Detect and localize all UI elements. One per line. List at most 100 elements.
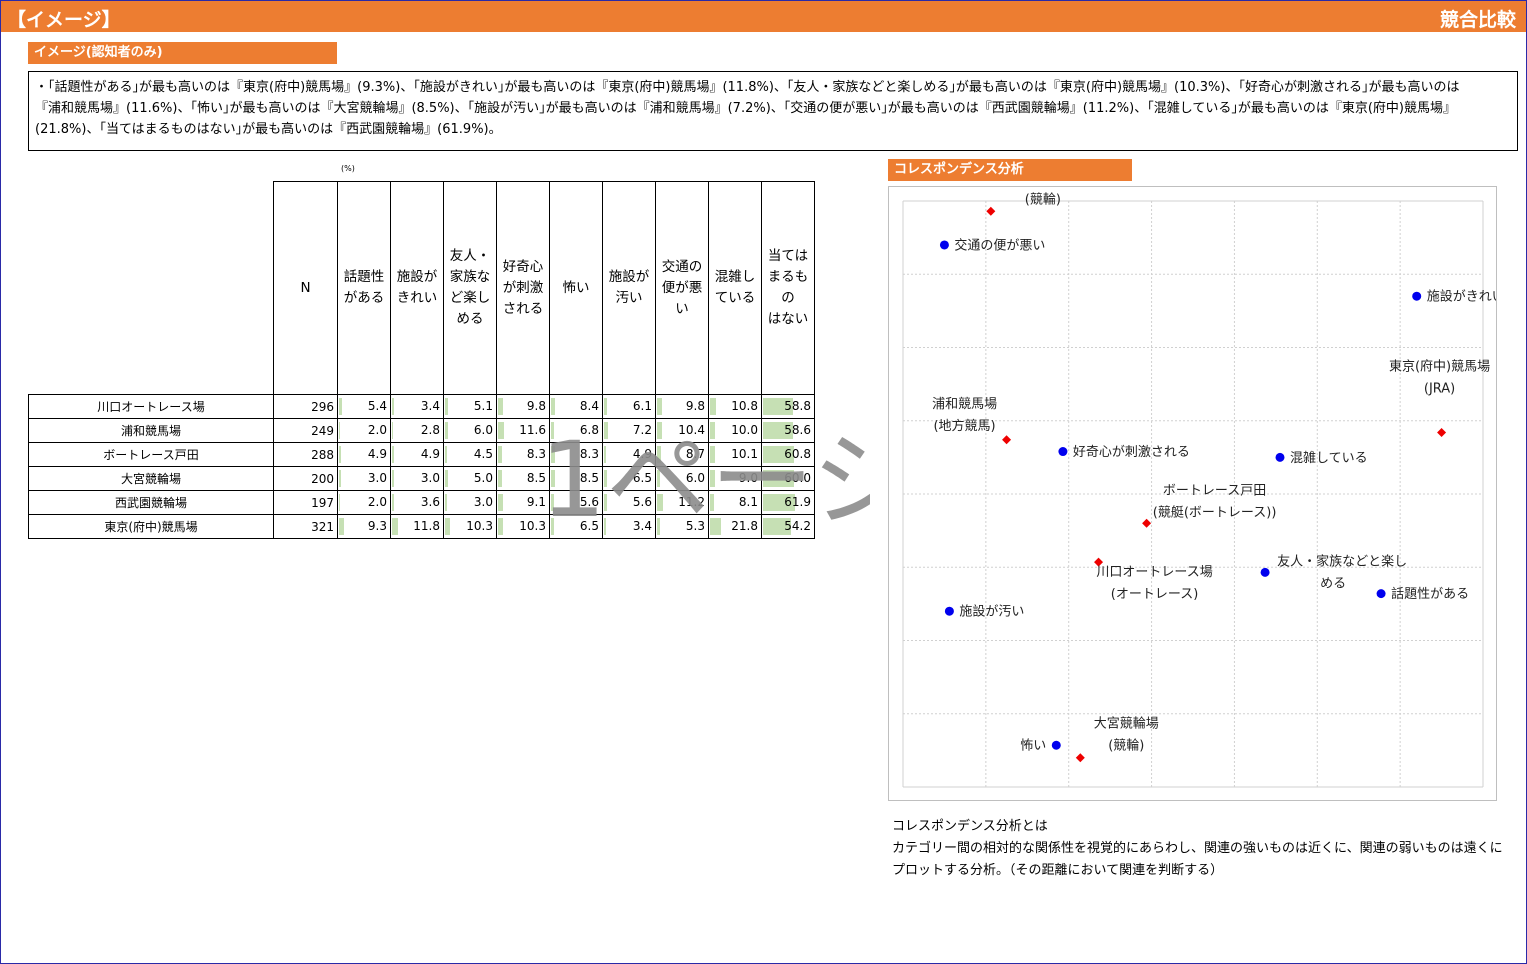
point-marker-item bbox=[1275, 452, 1285, 462]
point-marker-item bbox=[944, 606, 954, 616]
value-bar bbox=[339, 422, 341, 439]
table-unit: (%) bbox=[341, 164, 355, 173]
value-label: 10.8 bbox=[731, 399, 758, 413]
value-bar bbox=[498, 470, 503, 487]
section-label-image: イメージ(認知者のみ) bbox=[28, 42, 337, 64]
table-header-row: N 話題性 がある 施設が きれい 友人・ 家族な ど楽し める 好奇心 が刺激 される 怖い… bbox=[28, 181, 815, 395]
value-bar bbox=[604, 398, 608, 415]
col-header-8: 当てはまるものはない bbox=[761, 181, 815, 395]
value-bar bbox=[551, 398, 556, 415]
value-cell: 11.8 bbox=[390, 514, 444, 539]
point-marker-item bbox=[1412, 291, 1422, 301]
row-n: 296 bbox=[273, 394, 338, 419]
point-label: 大宮競輪場 bbox=[1094, 716, 1159, 732]
summary-line: 『浦和競馬場』(11.6%)、｢怖い｣が最も高いのは『大宮競輪場』(8.5%)、… bbox=[35, 101, 1456, 116]
value-bar bbox=[445, 446, 448, 463]
value-label: 2.8 bbox=[420, 423, 440, 437]
col-header-line: 好奇心 bbox=[502, 258, 544, 275]
page-right-title: 競合比較 bbox=[1439, 9, 1516, 31]
row-name: 川口オートレース場 bbox=[28, 394, 274, 419]
value-label: 5.4 bbox=[367, 399, 387, 413]
value-bar bbox=[445, 398, 448, 415]
value-cell: 3.0 bbox=[337, 466, 391, 491]
point-label: (競艇(ボートレース)) bbox=[1153, 505, 1277, 520]
value-bar bbox=[392, 398, 394, 415]
value-bar bbox=[392, 518, 399, 535]
value-bar bbox=[445, 422, 449, 439]
row-name: ボートレース戸田 bbox=[28, 442, 274, 467]
point-label: 話題性がある bbox=[1391, 586, 1469, 602]
value-label: 4.9 bbox=[420, 447, 440, 461]
col-header-line: はない bbox=[767, 311, 809, 327]
col-header-line: 混雑し bbox=[714, 269, 756, 285]
value-cell: 6.1 bbox=[602, 394, 656, 419]
value-bar bbox=[339, 494, 341, 511]
point-marker-place bbox=[1437, 427, 1447, 437]
page-title: 【イメージ】 bbox=[7, 9, 121, 31]
row-n: 197 bbox=[273, 490, 338, 515]
value-cell: 3.4 bbox=[390, 394, 444, 419]
table-corner bbox=[28, 181, 274, 395]
value-bar bbox=[392, 470, 394, 487]
point-label: (競輪) bbox=[1108, 738, 1144, 754]
point-marker-item bbox=[1260, 567, 1270, 577]
value-cell: 5.4 bbox=[337, 394, 391, 419]
value-label: 3.6 bbox=[420, 495, 440, 509]
value-bar bbox=[498, 446, 503, 463]
row-name: 大宮競輪場 bbox=[28, 466, 274, 491]
col-header-line: がある bbox=[343, 290, 385, 306]
col-header-n: N bbox=[273, 181, 338, 395]
value-bar bbox=[445, 518, 451, 535]
value-label: 6.0 bbox=[473, 423, 493, 437]
ca-description: コレスポンデンス分析とは カテゴリー間の相対的な関係性を視覚的にあらわし、関連の… bbox=[892, 816, 1503, 882]
ca-description-line: プロットする分析。（その距離において関連を判断する） bbox=[892, 863, 1224, 878]
value-bar bbox=[339, 470, 341, 487]
value-label: 11.8 bbox=[413, 519, 440, 533]
value-label: 10.3 bbox=[466, 519, 493, 533]
value-label: 8.4 bbox=[579, 399, 599, 413]
row-name: 東京(府中)競馬場 bbox=[28, 514, 274, 539]
value-label: 4.9 bbox=[367, 447, 387, 461]
value-bar bbox=[392, 446, 395, 463]
ca-description-title: コレスポンデンス分析とは bbox=[892, 819, 1048, 834]
value-label: 9.8 bbox=[526, 399, 546, 413]
value-cell: 58.8 bbox=[761, 394, 815, 419]
col-header-7: 混雑し ている bbox=[708, 181, 762, 395]
value-bar bbox=[339, 518, 344, 535]
point-label: (オートレース) bbox=[1111, 587, 1199, 602]
page-watermark: 1ページ bbox=[540, 420, 870, 530]
point-label: (地方競馬) bbox=[933, 418, 995, 434]
point-label: 怖い bbox=[1020, 738, 1046, 754]
value-cell: 10.3 bbox=[443, 514, 497, 539]
value-bar bbox=[445, 470, 448, 487]
col-header-line: 便が悪 bbox=[661, 279, 703, 296]
point-marker-place bbox=[986, 206, 996, 216]
ca-scatter-chart: 交通の便が悪い施設がきれい好奇心が刺激される 混雑している友人・家族などと楽しめる… bbox=[902, 169, 1505, 788]
value-cell: 4.9 bbox=[337, 442, 391, 467]
row-name: 西武園競輪場 bbox=[28, 490, 274, 515]
value-cell: 9.8 bbox=[496, 394, 550, 419]
col-header-line: 当ては bbox=[767, 248, 809, 264]
col-header-2: 友人・ 家族な ど楽し める bbox=[443, 181, 497, 395]
value-cell: 3.6 bbox=[390, 490, 444, 515]
value-cell: 2.8 bbox=[390, 418, 444, 443]
value-bar bbox=[498, 422, 504, 439]
summary-line: (21.8%)、｢当てはまるものはない｣が最も高いのは『西武園競輪場』(61.9… bbox=[35, 122, 502, 137]
value-label: 9.8 bbox=[685, 399, 705, 413]
col-header-line: まるもの bbox=[767, 269, 809, 306]
row-n: 288 bbox=[273, 442, 338, 467]
value-bar bbox=[498, 398, 503, 415]
point-label: 東京(府中)競馬場 bbox=[1389, 358, 1490, 374]
point-label: 好奇心が刺激される bbox=[1073, 444, 1190, 460]
point-label: 施設が汚い bbox=[959, 604, 1024, 620]
value-label: 2.0 bbox=[367, 423, 387, 437]
value-cell: 3.0 bbox=[390, 466, 444, 491]
point-label: 友人・家族などと楽し bbox=[1277, 553, 1407, 569]
value-label: 9.3 bbox=[367, 519, 387, 533]
value-label: 3.0 bbox=[420, 471, 440, 485]
value-label: 5.1 bbox=[473, 399, 493, 413]
point-label: 施設がきれい bbox=[1427, 289, 1496, 305]
col-header-line: ている bbox=[714, 290, 756, 306]
col-header-line: きれい bbox=[396, 290, 438, 306]
value-bar bbox=[339, 446, 342, 463]
